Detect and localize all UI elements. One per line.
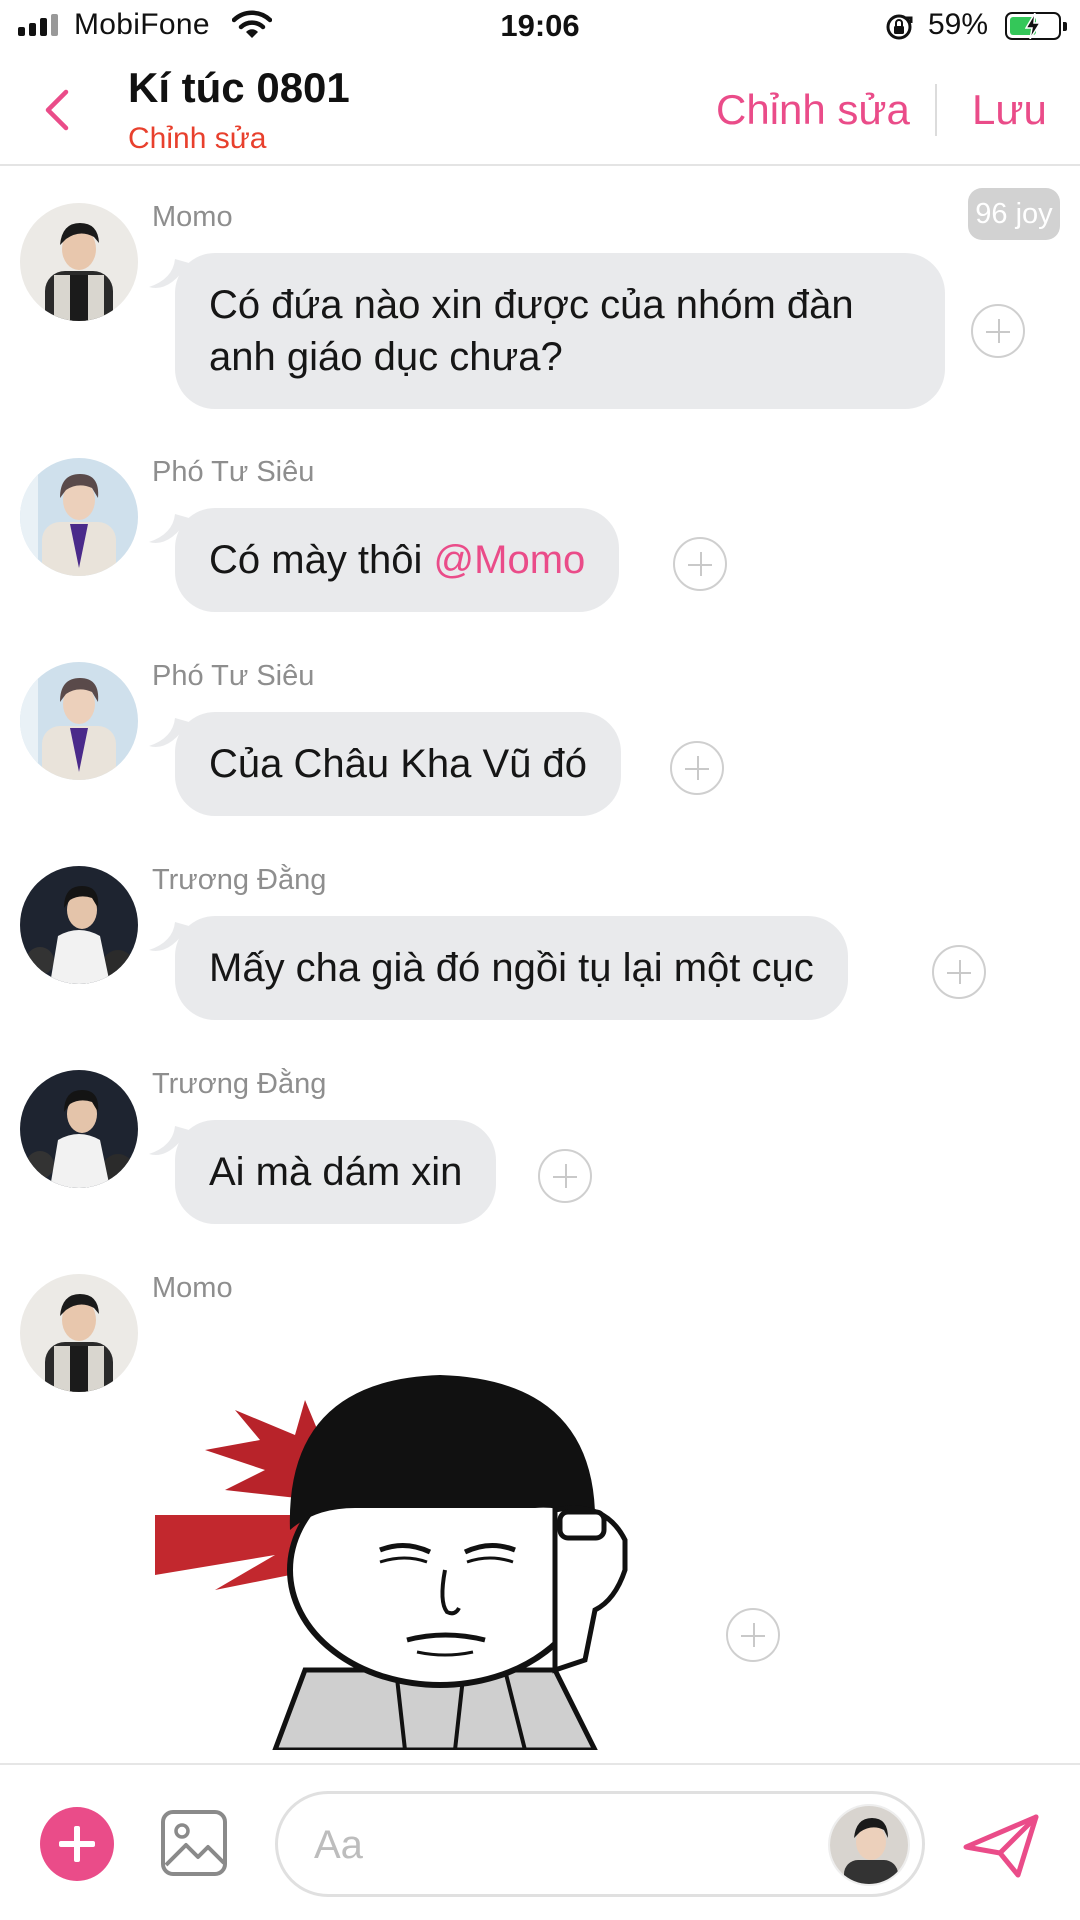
message-text: Của Châu Kha Vũ đó xyxy=(209,742,588,786)
message-bubble[interactable]: Ai mà dám xin xyxy=(149,1120,497,1224)
add-reaction-icon[interactable] xyxy=(538,1149,592,1203)
message-text: Có mày thôi xyxy=(209,538,434,582)
message-input-container xyxy=(275,1791,925,1897)
sender-name: Trương Đằng xyxy=(152,864,327,896)
image-icon[interactable] xyxy=(160,1809,228,1877)
battery-percent: 59% xyxy=(928,8,989,41)
message-bubble[interactable]: Có mày thôi @Momo xyxy=(149,508,620,612)
sender-name: Phó Tư Siêu xyxy=(152,660,315,692)
avatar-momo[interactable] xyxy=(20,1274,138,1392)
joy-badge: 96 joy xyxy=(968,188,1060,240)
chat-header: Kí túc 0801 Chỉnh sửa Chỉnh sửa Lưu xyxy=(0,54,1080,166)
avatar-pho-tu-sieu[interactable] xyxy=(20,662,138,780)
message-input[interactable] xyxy=(314,1818,774,1872)
battery-icon xyxy=(1005,12,1067,40)
avatar-momo[interactable] xyxy=(20,203,138,321)
send-icon[interactable] xyxy=(962,1811,1042,1881)
sender-name: Momo xyxy=(152,1272,233,1304)
add-reaction-icon[interactable] xyxy=(932,945,986,999)
add-reaction-icon[interactable] xyxy=(673,537,727,591)
save-button[interactable]: Lưu xyxy=(972,86,1047,134)
rotation-lock-icon xyxy=(886,14,913,40)
add-reaction-icon[interactable] xyxy=(670,741,724,795)
header-divider xyxy=(935,84,937,136)
clock: 19:06 xyxy=(500,8,580,43)
add-reaction-icon[interactable] xyxy=(971,304,1025,358)
charging-bolt-icon xyxy=(1025,13,1041,39)
sender-name: Trương Đằng xyxy=(152,1068,327,1100)
plus-icon[interactable] xyxy=(40,1807,114,1881)
add-reaction-icon[interactable] xyxy=(726,1608,780,1662)
avatar-self[interactable] xyxy=(828,1804,910,1886)
message-bubble[interactable]: Mấy cha già đó ngồi tụ lại một cục xyxy=(149,916,848,1020)
avatar-truong-dang[interactable] xyxy=(20,866,138,984)
message-text: Có đứa nào xin được của nhóm đàn anh giá… xyxy=(209,283,854,379)
chevron-left-icon[interactable] xyxy=(36,84,80,136)
status-bar: MobiFone 19:06 59% xyxy=(0,0,1080,54)
bowl-cut-face-sticker[interactable] xyxy=(155,1340,695,1750)
message-bubble[interactable]: Có đứa nào xin được của nhóm đàn anh giá… xyxy=(149,253,945,409)
edit-button[interactable]: Chỉnh sửa xyxy=(716,86,910,134)
composer-bar xyxy=(0,1763,1080,1920)
avatar-pho-tu-sieu[interactable] xyxy=(20,458,138,576)
avatar-truong-dang[interactable] xyxy=(20,1070,138,1188)
message-bubble[interactable]: Của Châu Kha Vũ đó xyxy=(149,712,622,816)
mention-link[interactable]: @Momo xyxy=(434,538,586,582)
sender-name: Momo xyxy=(152,201,233,233)
message-text: Ai mà dám xin xyxy=(209,1150,463,1194)
chat-subtitle[interactable]: Chỉnh sửa xyxy=(128,122,267,156)
chat-title: Kí túc 0801 xyxy=(128,64,350,111)
sender-name: Phó Tư Siêu xyxy=(152,456,315,488)
message-text: Mấy cha già đó ngồi tụ lại một cục xyxy=(209,946,814,990)
